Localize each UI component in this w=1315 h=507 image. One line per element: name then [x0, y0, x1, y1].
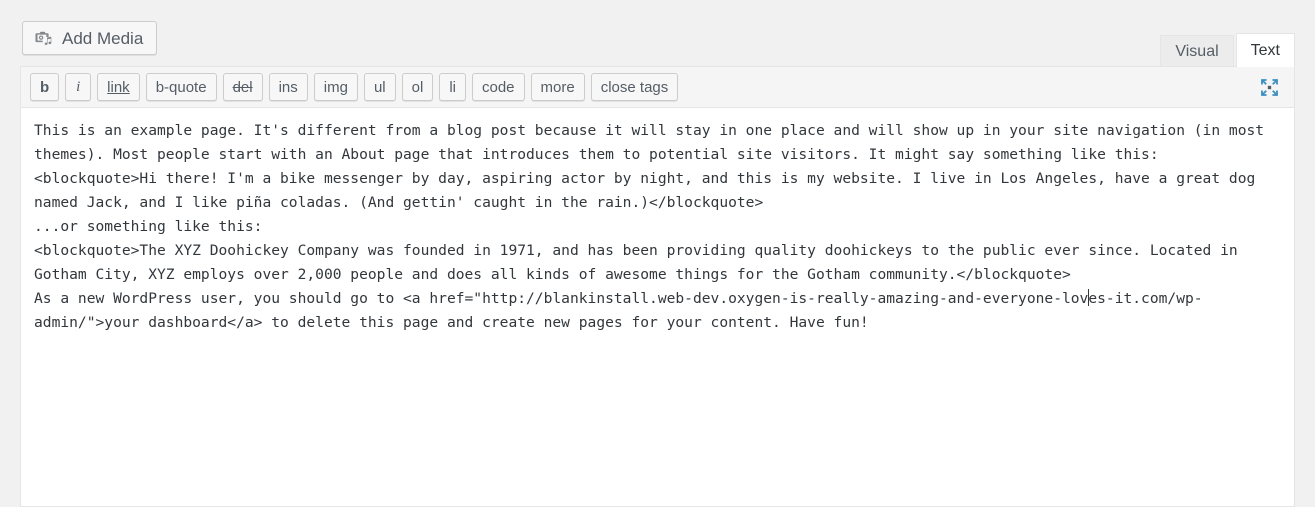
- add-media-label: Add Media: [62, 28, 144, 48]
- quicktag-img-label: img: [323, 78, 348, 96]
- editor-mode-tabs: Visual Text: [1158, 26, 1295, 67]
- fullscreen-button[interactable]: [1254, 73, 1284, 101]
- quicktag-ins-label: ins: [278, 78, 298, 96]
- tab-text[interactable]: Text: [1235, 33, 1295, 67]
- quicktag-link[interactable]: link: [97, 73, 140, 101]
- editor-text-before-caret: This is an example page. It's different …: [34, 122, 1265, 307]
- wordpress-text-editor-screen: Add Media Visual Text b i link b-quote d…: [0, 0, 1315, 507]
- media-buttons-bar: Add Media Visual Text: [0, 0, 1315, 67]
- quicktag-li-label: li: [449, 78, 456, 96]
- quicktag-del-label: del: [232, 78, 253, 96]
- quicktag-code-label: code: [482, 78, 515, 96]
- quicktag-blockquote[interactable]: b-quote: [145, 73, 217, 101]
- quicktag-li[interactable]: li: [439, 73, 466, 101]
- quicktag-close-tags-label: close tags: [600, 78, 669, 96]
- quicktag-bold[interactable]: b: [30, 73, 60, 101]
- editor-source-text: This is an example page. It's different …: [34, 119, 1284, 335]
- text-editor-container: b i link b-quote del ins img ul ol li co…: [20, 66, 1295, 507]
- quicktag-italic[interactable]: i: [65, 73, 92, 101]
- post-content-textarea[interactable]: This is an example page. It's different …: [21, 108, 1294, 506]
- quicktag-more[interactable]: more: [530, 73, 585, 101]
- quicktag-more-label: more: [540, 78, 575, 96]
- quicktag-ul[interactable]: ul: [363, 73, 396, 101]
- quicktag-italic-label: i: [76, 78, 81, 95]
- quicktag-ul-label: ul: [373, 78, 386, 96]
- fullscreen-expand-arrows-icon: [1259, 77, 1280, 98]
- quicktag-close-tags[interactable]: close tags: [590, 73, 679, 101]
- quicktag-ol-label: ol: [411, 78, 424, 96]
- tab-text-label: Text: [1250, 41, 1280, 59]
- quicktag-ol[interactable]: ol: [401, 73, 434, 101]
- tab-visual[interactable]: Visual: [1160, 35, 1234, 67]
- media-camera-music-icon: [34, 28, 54, 48]
- quicktag-img[interactable]: img: [313, 73, 358, 101]
- quicktag-link-label: link: [107, 78, 130, 96]
- tab-visual-label: Visual: [1175, 42, 1219, 60]
- quicktag-ins[interactable]: ins: [268, 73, 308, 101]
- quicktags-toolbar: b i link b-quote del ins img ul ol li co…: [21, 67, 1294, 108]
- quicktag-del[interactable]: del: [222, 73, 263, 101]
- add-media-button[interactable]: Add Media: [22, 21, 158, 55]
- quicktag-blockquote-label: b-quote: [155, 78, 207, 96]
- quicktag-code[interactable]: code: [472, 73, 525, 101]
- quicktag-bold-label: b: [40, 78, 50, 96]
